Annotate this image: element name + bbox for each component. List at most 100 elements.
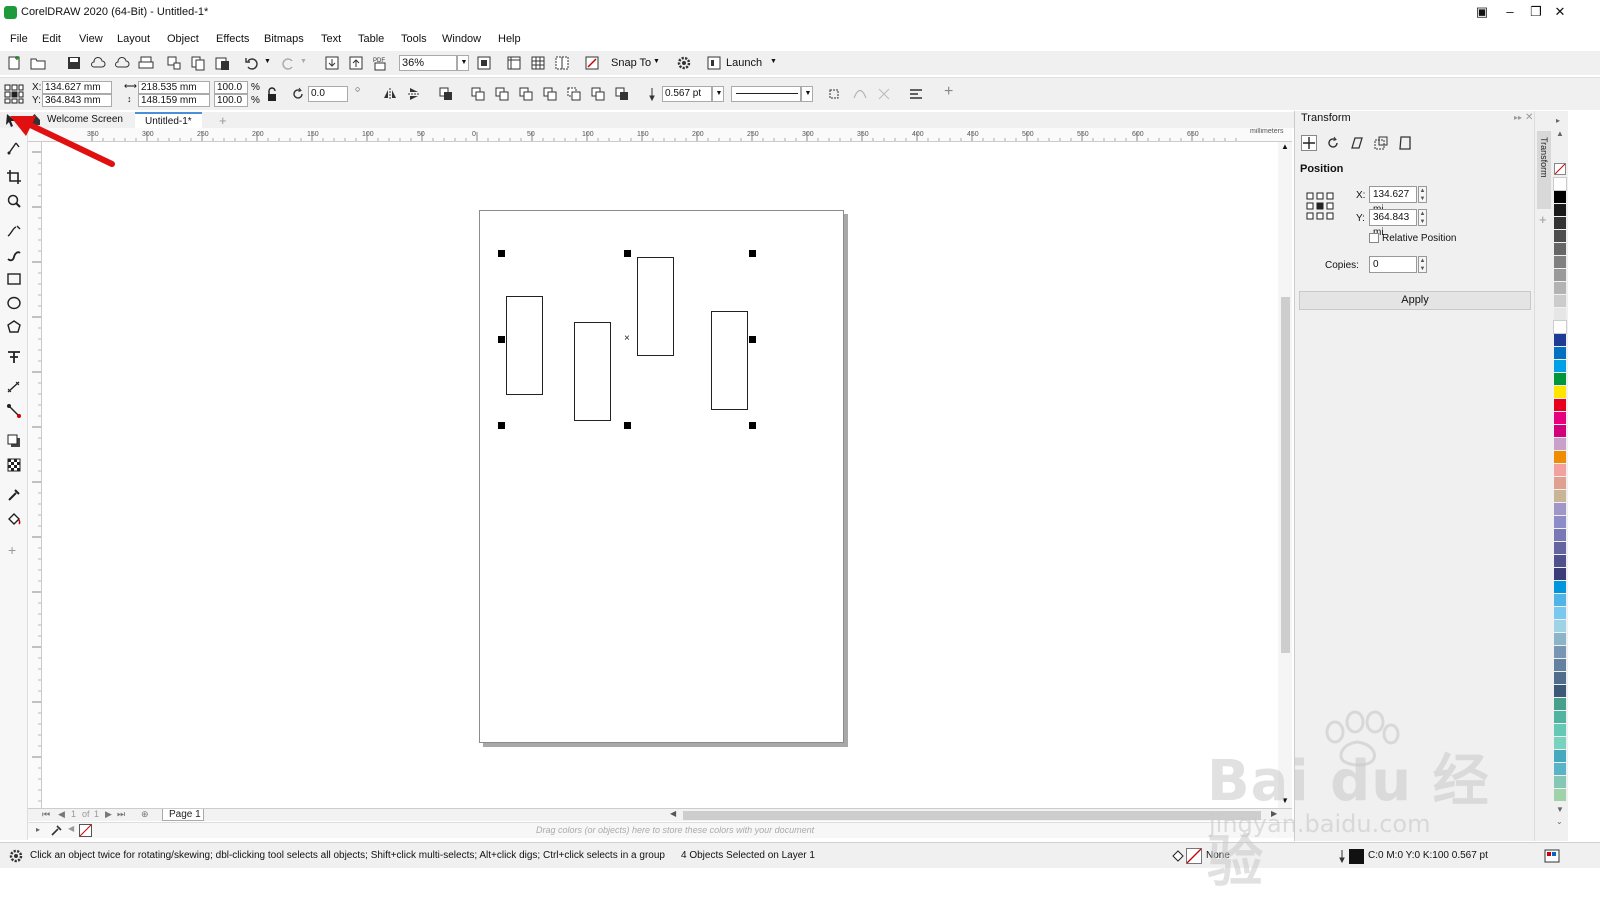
palette-color-swatch[interactable] <box>1554 529 1566 541</box>
rectangle-object[interactable] <box>711 311 748 410</box>
selection-handle-top-right[interactable] <box>749 250 756 257</box>
palette-color-swatch[interactable] <box>1554 776 1566 788</box>
snap-to-label[interactable]: Snap To <box>611 57 651 69</box>
relative-position-checkbox[interactable] <box>1369 233 1379 243</box>
mirror-horizontal-icon[interactable] <box>382 86 398 102</box>
align-distribute-icon[interactable] <box>908 86 924 102</box>
front-minus-back-icon[interactable] <box>590 86 606 102</box>
docker-x-spinner[interactable]: ▲ ▼ <box>1418 186 1427 203</box>
palette-color-swatch[interactable] <box>1554 438 1566 450</box>
vertical-scrollbar[interactable]: ▲ ▼ <box>1278 142 1292 808</box>
x-position-field[interactable]: 134.627 mm <box>42 81 112 94</box>
menu-help[interactable]: Help <box>498 33 521 45</box>
palette-color-swatch[interactable] <box>1554 646 1566 658</box>
palette-color-swatch[interactable] <box>1554 282 1566 294</box>
trim-icon[interactable] <box>518 86 534 102</box>
width-field[interactable]: 218.535 mm <box>138 81 210 94</box>
position-transform-icon[interactable] <box>1301 135 1317 151</box>
height-field[interactable]: 148.159 mm <box>138 94 210 107</box>
palette-color-swatch[interactable] <box>1554 503 1566 515</box>
palette-color-swatch[interactable] <box>1554 594 1566 606</box>
palette-eyedropper-icon[interactable] <box>50 824 63 837</box>
cut-icon[interactable] <box>166 55 182 71</box>
palette-color-swatch[interactable] <box>1554 685 1566 697</box>
scroll-down-icon[interactable]: ▼ <box>1281 796 1289 805</box>
group-objects-icon[interactable] <box>438 86 454 102</box>
copy-icon[interactable] <box>190 55 206 71</box>
convert-to-curves-icon[interactable] <box>852 86 868 102</box>
palette-color-swatch[interactable] <box>1554 789 1566 801</box>
vertical-ruler[interactable] <box>28 142 42 808</box>
artistic-media-tool-icon[interactable] <box>6 247 22 263</box>
rectangle-object[interactable] <box>637 257 674 356</box>
docker-y-field[interactable]: 364.843 mi <box>1369 209 1417 238</box>
palette-color-swatch[interactable] <box>1554 698 1566 710</box>
palette-color-swatch[interactable] <box>1554 542 1566 554</box>
outline-width-field[interactable]: 0.567 pt <box>662 86 712 102</box>
palette-color-swatch[interactable] <box>1554 334 1566 346</box>
add-docker-icon[interactable]: + <box>1539 212 1547 227</box>
outline-color-swatch[interactable] <box>1349 849 1364 864</box>
mirror-vertical-icon[interactable] <box>406 86 422 102</box>
simplify-icon[interactable] <box>566 86 582 102</box>
no-color-swatch-icon[interactable] <box>79 824 92 837</box>
scale-mirror-icon[interactable] <box>1349 135 1365 151</box>
cloud-upload-icon[interactable] <box>90 55 106 71</box>
scale-y-field[interactable]: 100.0 <box>214 94 248 107</box>
horizontal-ruler[interactable]: 350 300 250 200 150 100 50 0 50 100 150 200 250 300 35… <box>28 128 1292 142</box>
no-fill-swatch-icon[interactable] <box>1186 848 1202 864</box>
docker-close-icon[interactable]: ✕ <box>1525 112 1533 123</box>
selection-handle-bottom-left[interactable] <box>498 422 505 429</box>
freehand-tool-icon[interactable] <box>6 223 22 239</box>
wrap-text-icon[interactable] <box>826 86 842 102</box>
palette-color-swatch[interactable] <box>1554 464 1566 476</box>
scroll-right-icon[interactable]: ▶ <box>1271 809 1277 818</box>
page-number[interactable]: 1 <box>71 809 76 819</box>
show-grid-icon[interactable] <box>530 55 546 71</box>
undo-icon[interactable] <box>244 55 260 71</box>
palette-color-swatch[interactable] <box>1554 737 1566 749</box>
palette-color-swatch[interactable] <box>1554 516 1566 528</box>
launch-dropdown-icon[interactable]: ▼ <box>770 58 777 65</box>
launch-icon[interactable] <box>706 55 722 71</box>
rectangle-object[interactable] <box>506 296 543 395</box>
palette-color-swatch[interactable] <box>1554 659 1566 671</box>
menu-object[interactable]: Object <box>167 33 199 45</box>
palette-scroll-down-icon[interactable]: ▼ <box>1556 805 1564 814</box>
export-icon[interactable] <box>348 55 364 71</box>
apply-button[interactable]: Apply <box>1299 291 1531 310</box>
palette-color-swatch[interactable] <box>1554 269 1566 281</box>
import-icon[interactable] <box>324 55 340 71</box>
scroll-left-icon[interactable]: ◀ <box>670 809 676 818</box>
palette-expand-icon[interactable]: ▸ <box>36 825 40 834</box>
menu-layout[interactable]: Layout <box>117 33 150 45</box>
palette-menu-icon[interactable]: ▸ <box>1556 116 1560 125</box>
redo-dropdown-icon[interactable]: ▼ <box>300 58 307 65</box>
palette-color-swatch[interactable] <box>1554 386 1566 398</box>
menu-tools[interactable]: Tools <box>401 33 427 45</box>
next-page-icon[interactable]: ▶ <box>105 809 112 820</box>
prev-page-icon[interactable]: ◀ <box>58 809 65 820</box>
skew-transform-icon[interactable] <box>1397 135 1413 151</box>
palette-color-swatch[interactable] <box>1554 750 1566 762</box>
menu-text[interactable]: Text <box>321 33 341 45</box>
redo-icon[interactable] <box>280 55 296 71</box>
line-style-selector[interactable] <box>731 86 801 102</box>
add-tool-icon[interactable]: + <box>8 542 16 558</box>
cloud-download-icon[interactable] <box>114 55 130 71</box>
menu-window[interactable]: Window <box>442 33 481 45</box>
color-proof-icon[interactable] <box>1544 848 1560 864</box>
palette-color-swatch[interactable] <box>1554 373 1566 385</box>
text-tool-icon[interactable] <box>6 349 22 365</box>
snap-to-dropdown-icon[interactable]: ▼ <box>653 58 660 65</box>
palette-color-swatch[interactable] <box>1554 711 1566 723</box>
palette-color-swatch[interactable] <box>1554 607 1566 619</box>
status-gear-icon[interactable] <box>8 848 24 864</box>
palette-color-swatch[interactable] <box>1553 177 1567 191</box>
rectangle-object[interactable] <box>574 322 611 421</box>
weld-icon[interactable] <box>494 86 510 102</box>
palette-color-swatch[interactable] <box>1554 360 1566 372</box>
docker-y-spinner[interactable]: ▲ ▼ <box>1418 209 1427 226</box>
palette-color-swatch[interactable] <box>1554 347 1566 359</box>
size-transform-icon[interactable] <box>1373 135 1389 151</box>
